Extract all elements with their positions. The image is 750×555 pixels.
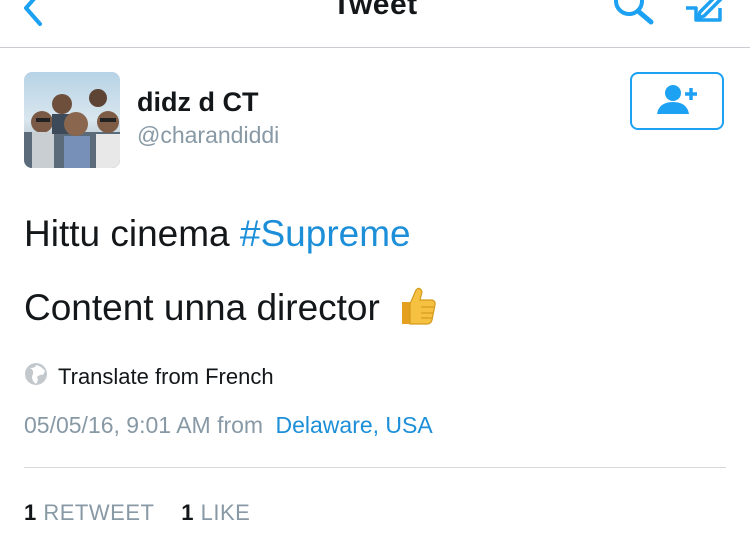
follow-button[interactable] — [630, 72, 724, 130]
globe-icon — [24, 362, 48, 392]
likes-label: LIKE — [200, 500, 251, 525]
tweet-text: Hittu cinema — [24, 213, 230, 254]
divider — [24, 467, 726, 468]
translate-link[interactable]: Translate from French — [24, 362, 274, 392]
tweet-text: Content unna director — [24, 287, 380, 328]
hashtag-link[interactable]: #Supreme — [240, 213, 411, 254]
compose-icon[interactable] — [680, 0, 730, 31]
likes-count: 1 — [181, 500, 195, 525]
tweet-text-line-1: Hittu cinema #Supreme — [24, 213, 411, 255]
location-link[interactable]: Delaware, USA — [275, 412, 432, 438]
author-display-name[interactable]: didz d CT — [137, 87, 258, 118]
tweet-text-line-2: Content unna director — [24, 284, 438, 335]
tweet-metadata: 05/05/16, 9:01 AM from Delaware, USA — [24, 412, 433, 439]
from-label: from — [217, 412, 264, 438]
timestamp: 05/05/16, 9:01 AM — [24, 412, 211, 438]
retweets-label: RETWEET — [43, 500, 155, 525]
likes-stat[interactable]: 1 LIKE — [181, 500, 250, 525]
thumbs-up-icon — [396, 284, 438, 335]
search-icon[interactable] — [607, 0, 657, 31]
tweet-stats: 1 RETWEET 1 LIKE — [24, 500, 250, 526]
nav-bar: Tweet — [0, 0, 750, 48]
avatar[interactable] — [24, 72, 120, 168]
add-user-icon — [653, 82, 701, 121]
retweets-count: 1 — [24, 500, 37, 525]
translate-label: Translate from French — [58, 364, 274, 389]
author-handle[interactable]: @charandiddi — [137, 122, 279, 149]
retweets-stat[interactable]: 1 RETWEET — [24, 500, 161, 525]
